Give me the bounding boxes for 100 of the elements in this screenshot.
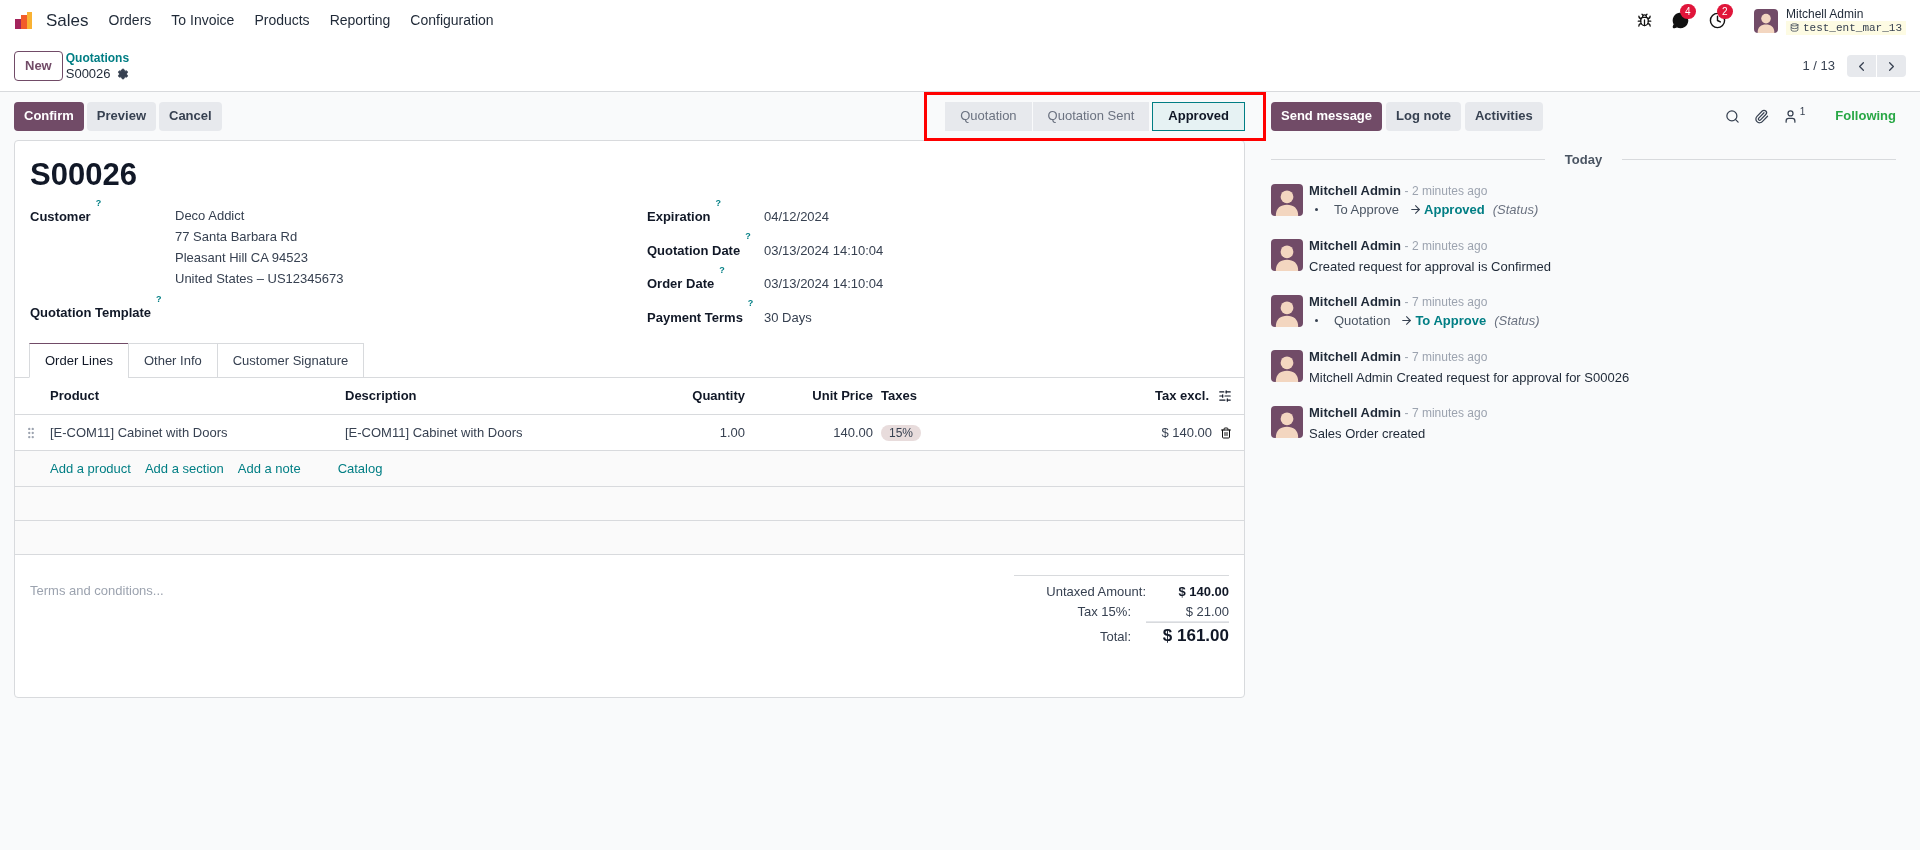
menu-item[interactable]: Products — [254, 10, 310, 31]
field-value[interactable]: 03/13/2024 14:10:04 — [764, 274, 884, 294]
message-time: - 2 minutes ago — [1404, 239, 1488, 253]
date-separator: Today — [1563, 151, 1604, 169]
add-line-link[interactable]: Add a note — [237, 458, 301, 479]
add-line-link[interactable]: Add a product — [50, 458, 131, 479]
tracking-new-value: Approved — [1424, 200, 1485, 219]
field-label: Expiration — [647, 208, 711, 226]
message-time: - 2 minutes ago — [1404, 183, 1488, 198]
action-button[interactable]: Confirm — [14, 101, 84, 131]
message-body: Created request for approval is Confirmed — [1309, 258, 1552, 276]
previous-button[interactable] — [1847, 55, 1876, 77]
notification-badge: 2 — [1716, 4, 1733, 19]
total-value: $ 21.00 — [1146, 601, 1229, 622]
app-logo-icon — [14, 10, 34, 31]
paperclip-icon[interactable] — [1753, 108, 1769, 124]
chatter-button[interactable]: Log note — [1386, 101, 1461, 131]
address-line: Deco Addict — [175, 207, 246, 225]
column-settings-icon[interactable] — [1218, 389, 1232, 403]
tracking-field: (Status) — [1494, 311, 1540, 330]
table-cell-text: $ 140.00 — [1161, 423, 1212, 442]
table-cell-text: 1.00 — [718, 423, 745, 442]
total-value: $ 161.00 — [1146, 622, 1229, 649]
message-author[interactable]: Mitchell Admin — [1309, 349, 1401, 364]
tracking-field: (Status) — [1492, 200, 1539, 219]
table-cell-text: [E-COM11] Cabinet with Doors — [345, 423, 524, 442]
menu-item[interactable]: Configuration — [410, 10, 494, 31]
field-value[interactable]: 04/12/2024 — [764, 207, 830, 227]
debug-icon[interactable] — [1636, 13, 1652, 28]
avatar — [1271, 183, 1303, 216]
tracking-new-value: To Approve — [1415, 311, 1487, 330]
message-time: - 7 minutes ago — [1404, 350, 1488, 364]
tracking-old-value: To Approve — [1334, 200, 1400, 219]
delete-icon[interactable] — [1220, 426, 1232, 439]
total-label: Tax 15%: — [1077, 603, 1131, 621]
column-header[interactable]: Quantity — [585, 386, 745, 406]
column-header[interactable]: Product — [15, 386, 345, 406]
settings-icon[interactable] — [116, 67, 129, 80]
menu-item[interactable]: Reporting — [329, 10, 391, 31]
message-body: Mitchell Admin Created request for approval for S00026 — [1309, 369, 1630, 387]
status-stage[interactable]: Approved — [1152, 101, 1245, 131]
followers-icon[interactable] — [1782, 108, 1798, 124]
status-stage[interactable]: Quotation Sent — [1032, 101, 1151, 131]
help-tooltip[interactable]: ? — [156, 298, 162, 319]
next-button[interactable] — [1877, 55, 1906, 77]
form-tab[interactable]: Other Info — [127, 343, 218, 378]
field-value[interactable]: 03/13/2024 14:10:04 — [764, 240, 884, 260]
total-label: Untaxed Amount: — [1046, 583, 1146, 601]
column-header[interactable]: Description — [345, 386, 585, 406]
search-icon[interactable] — [1724, 108, 1740, 124]
field-label: Payment Terms — [647, 308, 743, 327]
followers-count: 1 — [1799, 105, 1806, 118]
avatar — [1753, 8, 1778, 33]
message-author[interactable]: Mitchell Admin — [1309, 404, 1401, 420]
new-button[interactable]: New — [14, 51, 63, 81]
help-tooltip[interactable]: ? — [95, 202, 102, 285]
address-line: United States – US12345673 — [175, 270, 344, 288]
add-line-link[interactable]: Add a section — [144, 458, 224, 479]
tax-tag: 15% — [881, 424, 922, 441]
menu-item[interactable]: Orders — [108, 10, 152, 31]
action-button[interactable]: Cancel — [159, 101, 222, 131]
form-tab[interactable]: Customer Signature — [216, 343, 365, 378]
field-label: Customer — [30, 208, 91, 226]
message-author[interactable]: Mitchell Admin — [1309, 238, 1401, 253]
address-line: Pleasant Hill CA 94523 — [175, 249, 309, 267]
notification-badge: 4 — [1679, 4, 1696, 19]
avatar — [1271, 405, 1303, 438]
chatter-button[interactable]: Activities — [1464, 101, 1543, 131]
table-cell-text: 140.00 — [832, 423, 873, 442]
app-name[interactable]: Sales — [46, 7, 89, 34]
chatter-button[interactable]: Send message — [1271, 101, 1383, 131]
add-line-link[interactable]: Catalog — [337, 458, 383, 479]
total-value: $ 140.00 — [1177, 583, 1229, 601]
menu-item[interactable]: To Invoice — [171, 10, 235, 31]
status-stage[interactable]: Quotation — [945, 101, 1033, 131]
breadcrumb-link[interactable]: Quotations — [65, 51, 130, 66]
column-header[interactable]: Taxes — [881, 386, 981, 406]
message-time: - 7 minutes ago — [1404, 405, 1488, 420]
total-label: Total: — [1099, 628, 1131, 646]
record-title: S00026 — [30, 156, 138, 194]
field-label: Order Date — [647, 275, 715, 293]
arrow-icon — [1409, 203, 1423, 216]
table-cell-text: [E-COM11] Cabinet with Doors — [50, 423, 229, 442]
avatar — [1271, 350, 1303, 382]
form-tab[interactable]: Order Lines — [29, 343, 129, 378]
database-icon — [1789, 23, 1799, 32]
field-value[interactable]: 30 Days — [764, 307, 812, 327]
database-name: test_ent_mar_13 — [1785, 20, 1906, 35]
message-author[interactable]: Mitchell Admin — [1309, 182, 1401, 198]
pager-value[interactable]: 1 / 13 — [1802, 56, 1835, 76]
help-tooltip[interactable]: ? — [715, 202, 722, 222]
record-name: S00026 — [65, 66, 111, 81]
action-button[interactable]: Preview — [86, 101, 156, 131]
address-line: 77 Santa Barbara Rd — [175, 228, 299, 246]
column-header[interactable]: Unit Price — [745, 386, 873, 406]
message-body: Sales Order created — [1309, 424, 1427, 443]
message-author[interactable]: Mitchell Admin — [1309, 293, 1401, 309]
column-header[interactable]: Tax excl. — [1155, 386, 1209, 406]
help-tooltip[interactable]: ? — [719, 269, 725, 289]
user-name[interactable]: Mitchell Admin — [1785, 6, 1906, 21]
